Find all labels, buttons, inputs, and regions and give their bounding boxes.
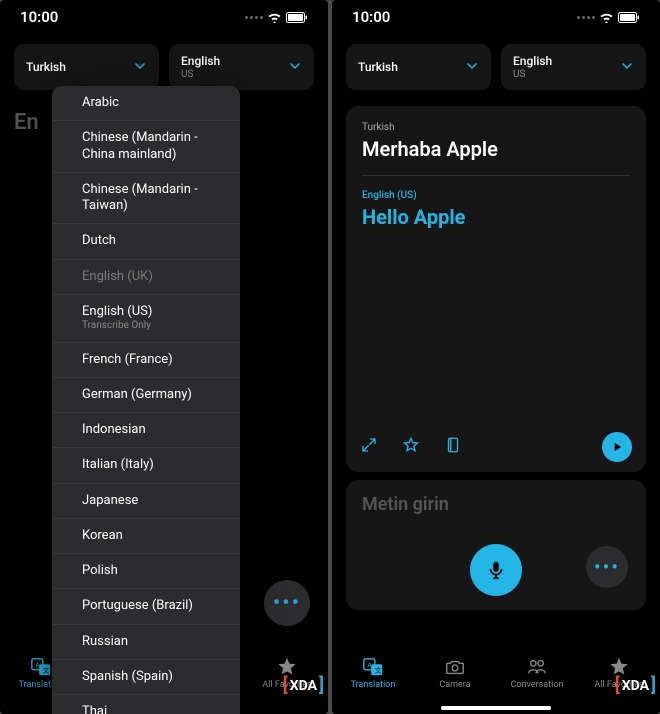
language-option-label: Italian (Italy) (82, 457, 226, 473)
status-icons (577, 12, 640, 23)
translated-text: Hello Apple (362, 205, 630, 229)
text-input-card[interactable]: Metin girin ••• (346, 480, 646, 610)
target-language-sub: US (513, 69, 552, 80)
svg-text:文: 文 (375, 666, 382, 675)
battery-icon (286, 12, 308, 23)
language-option[interactable]: Polish (52, 554, 240, 589)
chevron-down-icon (133, 58, 147, 77)
source-language-button[interactable]: Turkish (346, 44, 491, 90)
language-option[interactable]: Chinese (Mandarin - China mainland) (52, 121, 240, 173)
dictionary-icon[interactable] (444, 436, 462, 458)
source-language-button[interactable]: Turkish (14, 44, 159, 90)
tab-translation[interactable]: A文 Translation (338, 656, 408, 690)
tab-label: Translation (351, 680, 396, 690)
expand-icon[interactable] (360, 436, 378, 458)
language-option[interactable]: Portuguese (Brazil) (52, 589, 240, 624)
language-option[interactable]: Chinese (Mandarin - Taiwan) (52, 173, 240, 225)
language-option[interactable]: Thai (52, 695, 240, 714)
enter-text-placeholder: En (14, 110, 39, 135)
language-option[interactable]: Indonesian (52, 413, 240, 448)
tab-label: Camera (439, 680, 470, 690)
status-time: 10:00 (352, 8, 390, 26)
conversation-icon (526, 656, 548, 678)
language-option[interactable]: Dutch (52, 224, 240, 259)
target-language-label: English (513, 54, 552, 68)
battery-icon (618, 12, 640, 23)
tab-camera[interactable]: Camera (420, 656, 490, 690)
language-option[interactable]: Arabic (52, 86, 240, 121)
language-option-label: Arabic (82, 95, 226, 111)
source-language-label: Turkish (358, 60, 398, 74)
language-option[interactable]: Korean (52, 519, 240, 554)
status-time: 10:00 (20, 8, 58, 26)
language-option-label: Indonesian (82, 422, 226, 438)
source-language-name: Turkish (362, 122, 630, 133)
language-dropdown: Arabic Chinese (Mandarin - China mainland… (52, 86, 240, 714)
status-icons (245, 12, 308, 23)
target-language-sub: US (181, 69, 220, 80)
microphone-icon (485, 559, 507, 581)
target-language-name: English (US) (362, 190, 630, 201)
language-option-label: Thai (82, 704, 226, 714)
divider (362, 175, 630, 176)
home-indicator[interactable] (441, 706, 551, 710)
language-option-label: German (Germany) (82, 387, 226, 403)
status-bar: 10:00 (0, 0, 328, 34)
camera-icon (444, 656, 466, 678)
language-option-sub: Transcribe Only (82, 320, 226, 333)
tab-conversation[interactable]: Conversation (502, 656, 572, 690)
wifi-icon (267, 12, 282, 23)
more-options-button[interactable]: ••• (264, 580, 310, 626)
language-option-label: Portuguese (Brazil) (82, 598, 226, 614)
language-option-label: Spanish (Spain) (82, 669, 226, 685)
translation-actions (360, 436, 462, 458)
chevron-down-icon (620, 58, 634, 77)
language-option-label: Japanese (82, 493, 226, 509)
translation-card: Turkish Merhaba Apple English (US) Hello… (346, 106, 646, 472)
favorite-star-icon[interactable] (402, 436, 420, 458)
translation-icon: A文 (362, 656, 384, 678)
language-option-label: English (US) (82, 304, 226, 320)
chevron-down-icon (465, 58, 479, 77)
input-placeholder: Metin girin (362, 494, 630, 515)
play-audio-button[interactable] (602, 432, 632, 462)
target-language-label: English (181, 54, 220, 68)
language-option-label: Dutch (82, 233, 226, 249)
tab-bar: A文 Translation Camera Conversation All F… (332, 648, 660, 714)
language-option-label: Korean (82, 528, 226, 544)
source-language-label: Turkish (26, 60, 66, 74)
target-language-button[interactable]: English US (501, 44, 646, 90)
language-option[interactable]: English (US)Transcribe Only (52, 295, 240, 343)
svg-text:文: 文 (43, 666, 50, 675)
xda-watermark: [XDA] (283, 675, 324, 696)
wifi-icon (599, 12, 614, 23)
language-option-label: Russian (82, 634, 226, 650)
target-language-button[interactable]: English US (169, 44, 314, 90)
language-option-label: Polish (82, 563, 226, 579)
language-option[interactable]: French (France) (52, 343, 240, 378)
language-option[interactable]: English (UK) (52, 260, 240, 295)
language-option-label: Chinese (Mandarin - China mainland) (82, 130, 226, 163)
language-option-label: Chinese (Mandarin - Taiwan) (82, 182, 226, 215)
source-text: Merhaba Apple (362, 137, 630, 161)
language-selector-row: Turkish English US (332, 34, 660, 98)
tab-label: Conversation (511, 680, 564, 690)
language-option[interactable]: Italian (Italy) (52, 448, 240, 483)
chevron-down-icon (288, 58, 302, 77)
phone-right: 10:00 Turkish English US Turkish (332, 0, 660, 714)
phone-left: 10:00 Turkish English US En ArabicC (0, 0, 328, 714)
language-option-label: English (UK) (82, 269, 226, 285)
language-option-label: French (France) (82, 352, 226, 368)
language-option[interactable]: Russian (52, 625, 240, 660)
language-option[interactable]: German (Germany) (52, 378, 240, 413)
language-option[interactable]: Spanish (Spain) (52, 660, 240, 695)
microphone-button[interactable] (470, 544, 522, 596)
status-bar: 10:00 (332, 0, 660, 34)
translation-icon: A文 (30, 656, 52, 678)
more-options-button[interactable]: ••• (586, 546, 628, 588)
language-option[interactable]: Japanese (52, 484, 240, 519)
xda-watermark: [XDA] (615, 675, 656, 696)
